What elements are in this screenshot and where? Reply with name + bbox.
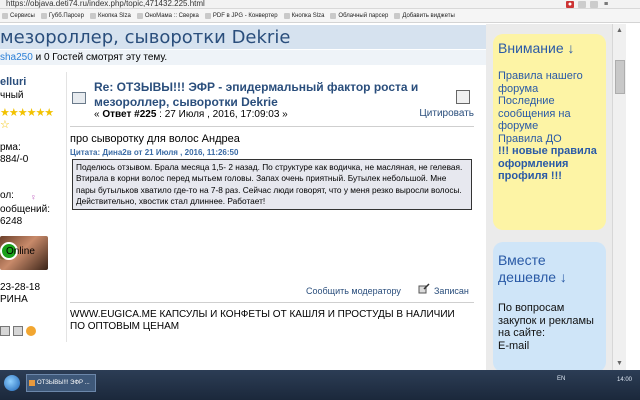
reply-number: Ответ #225 [102,109,157,120]
browser-icon [29,380,35,386]
bookmark-icon [2,12,8,19]
user-status: чный [0,90,24,101]
viewer-username[interactable]: sha250 [0,52,33,63]
post-body: про сыворотку для волос Андреа Цитата: Д… [70,133,475,211]
post-meta: « Ответ #225 : 27 Июля , 2016, 17:09:03 … [94,109,288,120]
user-icon[interactable] [25,326,36,336]
posts-label: ообщений: [0,204,50,215]
topic-title-bar: мезороллер, сыворотки Dekrie [0,25,486,49]
post-title[interactable]: Re: ОТЗЫВЫ!!! ЭФР - эпидермальный фактор… [94,80,434,110]
bookmark-icon [40,12,47,19]
taskbar-item[interactable]: ОТЗЫВЫ!!! ЭФР ... [26,374,96,392]
notice-box: Внимание ↓ Правила нашего форума Последн… [493,34,606,230]
scrollbar[interactable]: ▲ ▼ [612,24,626,370]
message-icon[interactable] [12,326,23,336]
quote-block: Поделюсь отзывом. Брала месяца 1,5- 2 на… [72,159,472,211]
notice-header: Внимание ↓ [498,40,575,56]
language-indicator[interactable]: EN [557,376,565,382]
bookmark-icon [283,12,290,19]
bookmark[interactable]: ОноМама :: Сверка [136,12,199,19]
username[interactable]: elluri [0,76,26,88]
karma-value: 884/-0 [0,154,29,165]
viewers-line: sha250 и 0 Гостей смотрят эту тему. [0,50,486,65]
email-label: E-mail [498,339,530,352]
rank-stars-icon: ☆ [0,119,10,131]
gender-label: ол: [0,190,14,201]
divider [70,126,474,127]
column-divider [66,72,67,342]
profile-action-icons [0,326,40,340]
recorded-link[interactable]: Записан [434,286,469,296]
post-date: : 27 Июля , 2016, 17:09:03 » [156,109,288,120]
bookmark[interactable]: Кнопка Slza [89,12,131,19]
taskbar: ОТЗЫВЫ!!! ЭФР ... EN 14:00 [0,370,640,400]
menu-icon[interactable]: ≡ [602,1,610,8]
divider [70,302,474,303]
scroll-up-icon[interactable]: ▲ [616,27,623,34]
recorded-icon [418,283,430,294]
promo-header: Вместе дешевле ↓ [498,252,567,285]
scrollbar-thumb[interactable] [615,60,625,94]
extension-icon[interactable]: ● [566,1,574,8]
post-icon [72,92,86,104]
bookmarks-bar: Сервисы Губб.Парсер Кнопка Slza ОноМама … [0,9,640,23]
address-bar[interactable]: https://objava.deti74.ru/index.php/topic… [0,0,640,9]
bookmark-icon [204,12,211,19]
recent-posts-link[interactable]: Последние сообщения на форуме [498,95,602,133]
extension-icon[interactable] [578,1,586,8]
bookmark-icon [330,12,337,19]
clock[interactable]: 14:00 [617,377,632,383]
promo-box: Вместе дешевле ↓ По вопросам закупок и р… [493,242,606,372]
extension-icon[interactable] [590,1,598,8]
scroll-down-icon[interactable]: ▼ [616,360,623,367]
user-signature[interactable]: WWW.EUGICA.ME КАПСУЛЫ И КОНФЕТЫ ОТ КАШЛЯ… [70,309,470,333]
user-date: 23-28-18 [0,282,41,293]
post-text: про сыворотку для волос Андреа [70,133,240,145]
quote-button[interactable]: Цитировать [419,108,474,119]
post-header: Re: ОТЗЫВЫ!!! ЭФР - эпидермальный фактор… [70,78,480,126]
bookmark-icon [394,12,401,19]
forum-rules-link[interactable]: Правила нашего форума [498,70,602,95]
url-text[interactable]: https://objava.deti74.ru/index.php/topic… [6,0,205,8]
bookmark[interactable]: Сервисы [2,12,35,19]
profile-icon[interactable] [0,326,10,336]
quote-header[interactable]: Цитата: Дина2в от 21 Июля , 2016, 11:26:… [70,148,475,157]
promo-text: По вопросам закупок и рекламы на сайте: … [498,302,604,352]
bookmark-icon [136,12,143,19]
bookmark[interactable]: PDF в JPG - Конвертер [204,12,278,19]
gender-icon: ♀ [30,192,37,202]
posts-value: 6248 [0,216,23,227]
viewers-text: и 0 Гостей смотрят эту тему. [32,52,168,63]
bookmark[interactable]: Кнопка Slza [283,12,324,19]
bookmark[interactable]: Губб.Парсер [40,12,84,19]
karma-label: рма: [0,142,21,153]
start-button[interactable] [4,375,20,391]
profile-rules-link[interactable]: !!! новые правила оформления профиля !!! [498,145,602,183]
notice-links: Правила нашего форума Последние сообщени… [498,70,602,183]
rules-do-link[interactable]: Правила ДО [498,133,602,146]
topic-title: мезороллер, сыворотки Dekrie [0,27,291,48]
user-profile-pane: elluri чный ★★★★★★ ☆ рма: 884/-0 ол: ♀ о… [0,72,66,352]
bookmark[interactable]: Добавить виджеты [394,12,455,19]
bookmark[interactable]: Облачный парсер [330,12,388,19]
report-to-moderator-link[interactable]: Сообщить модератору [306,286,401,296]
user-name: РИНА [0,294,28,305]
bookmark-icon [89,12,96,19]
quote-icon[interactable] [456,90,470,104]
online-label: Online [6,246,35,257]
